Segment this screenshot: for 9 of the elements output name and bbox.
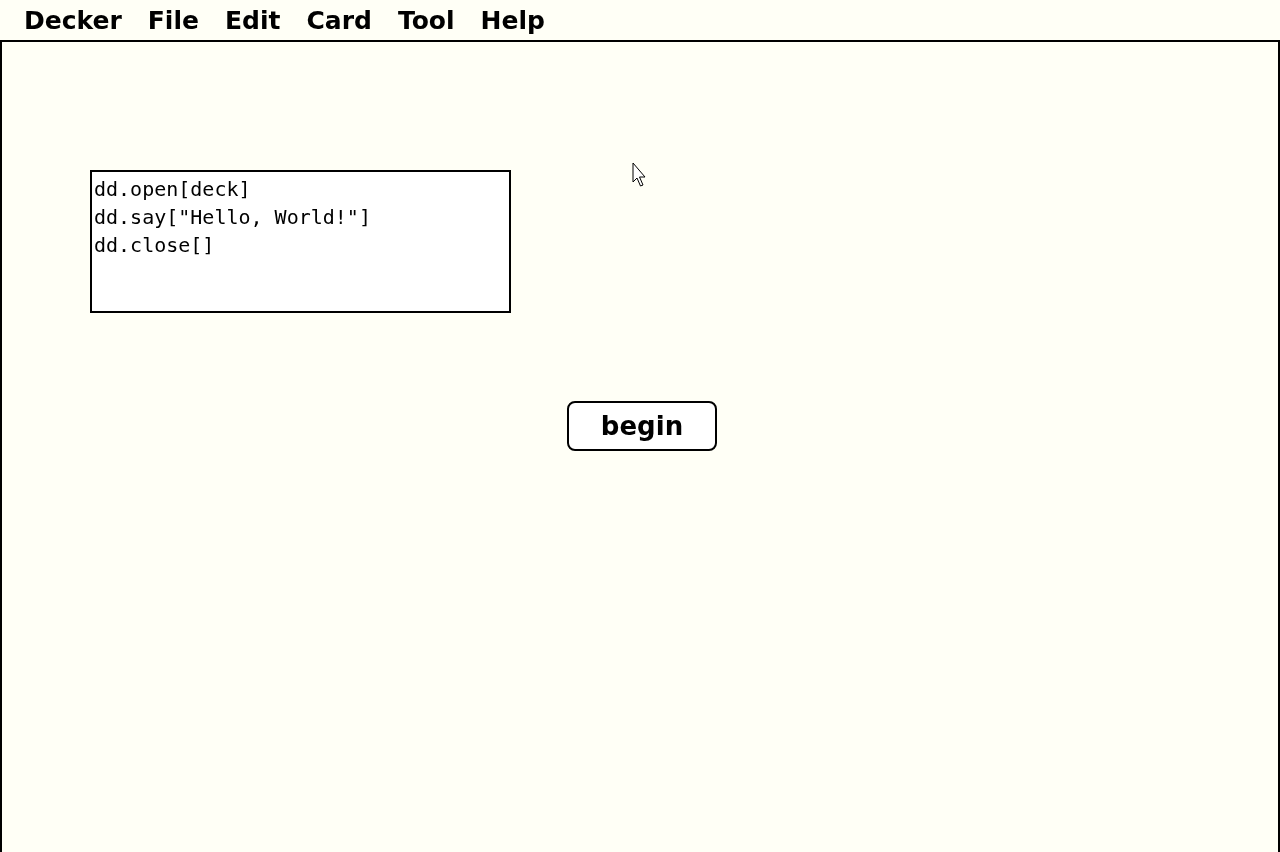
menu-item[interactable]: Help: [480, 5, 545, 35]
menu-item[interactable]: Card: [306, 5, 372, 35]
code-field[interactable]: dd.open[deck] dd.say["Hello, World!"] dd.close[]: [90, 170, 511, 313]
menu-item[interactable]: File: [147, 5, 199, 35]
menu-item[interactable]: Decker: [24, 5, 122, 35]
menu-item[interactable]: Tool: [397, 5, 455, 35]
begin-button[interactable]: begin: [567, 401, 717, 451]
pointer-icon: [632, 162, 648, 188]
menu-item[interactable]: Edit: [224, 5, 281, 35]
